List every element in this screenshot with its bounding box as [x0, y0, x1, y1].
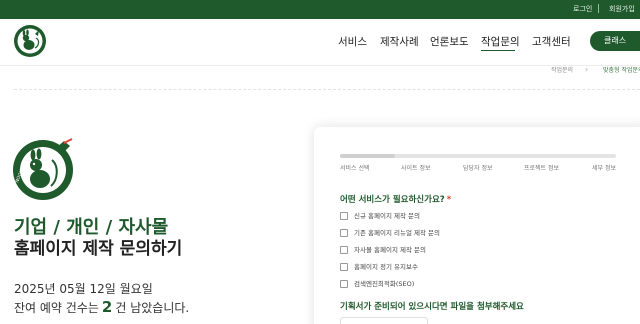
option-label: 기존 홈페이지 리뉴얼 제작 문의	[354, 229, 441, 237]
current-date: 2025년 05월 12일 월요일	[14, 282, 153, 296]
nav-item-support[interactable]: 고객센터	[532, 36, 571, 48]
section-divider	[14, 89, 640, 90]
class-button[interactable]: 클래스	[590, 31, 640, 51]
header-divider	[0, 65, 640, 66]
remaining-slots: 잔여 예약 건수는 2 건 남았습니다.	[14, 299, 189, 317]
step-progress-fill	[340, 154, 396, 158]
site-logo[interactable]	[13, 24, 47, 58]
service-question: 어떤 서비스가 필요하신가요? *	[340, 195, 451, 206]
service-question-label: 어떤 서비스가 필요하신가요?	[340, 195, 445, 205]
nav-item-portfolio[interactable]: 제작사례	[380, 36, 419, 48]
required-mark: *	[446, 195, 452, 205]
step-site: 사이트 정보	[401, 165, 431, 172]
breadcrumb-parent[interactable]: 작업문의	[551, 67, 573, 75]
remaining-suffix: 건 남았습니다.	[115, 301, 190, 315]
step-progress-track	[340, 154, 616, 158]
option-label: 검색엔진최적화(SEO)	[354, 280, 415, 288]
checkbox[interactable]	[340, 229, 348, 237]
file-attach-question: 기획서가 준비되어 있으시다면 파일을 첨부해주세요	[340, 302, 524, 312]
page-headline-category: 기업 / 개인 / 자사몰	[14, 217, 169, 238]
checkbox[interactable]	[340, 246, 348, 254]
step-service: 서비스 선택	[340, 165, 370, 172]
checkbox[interactable]	[340, 263, 348, 271]
login-link[interactable]: 로그인	[573, 3, 592, 15]
breadcrumb-current: 맞춤형 작업문의	[603, 67, 640, 74]
checkbox[interactable]	[340, 212, 348, 220]
utility-divider	[598, 4, 599, 13]
step-details: 세부 정보	[592, 165, 616, 172]
checkbox[interactable]	[340, 280, 348, 288]
remaining-prefix: 잔여 예약 건수는	[14, 301, 99, 315]
nav-item-press[interactable]: 언론보도	[430, 36, 469, 48]
step-project: 프로젝트 정보	[524, 165, 560, 172]
mascot-logo: NOOKIFOKKI	[13, 138, 73, 200]
step-contact: 담당자 정보	[463, 165, 493, 172]
option-label: 자사몰 홈페이지 제작 문의	[354, 246, 426, 254]
chevron-right-icon: ›	[585, 65, 589, 74]
option-label: 신규 홈페이지 제작 문의	[354, 212, 420, 220]
nav-active-underline	[481, 50, 515, 51]
top-utility-bar: 로그인 회원가입	[0, 0, 640, 19]
nav-item-inquiry[interactable]: 작업문의	[481, 36, 520, 48]
file-upload-field[interactable]	[340, 317, 428, 324]
signup-link[interactable]: 회원가입	[609, 3, 635, 15]
option-label: 홈페이지 정기 유지보수	[354, 263, 418, 271]
remaining-count: 2	[101, 298, 113, 316]
nav-item-services[interactable]: 서비스	[338, 36, 367, 48]
page-headline-title: 홈페이지 제작 문의하기	[14, 239, 183, 259]
